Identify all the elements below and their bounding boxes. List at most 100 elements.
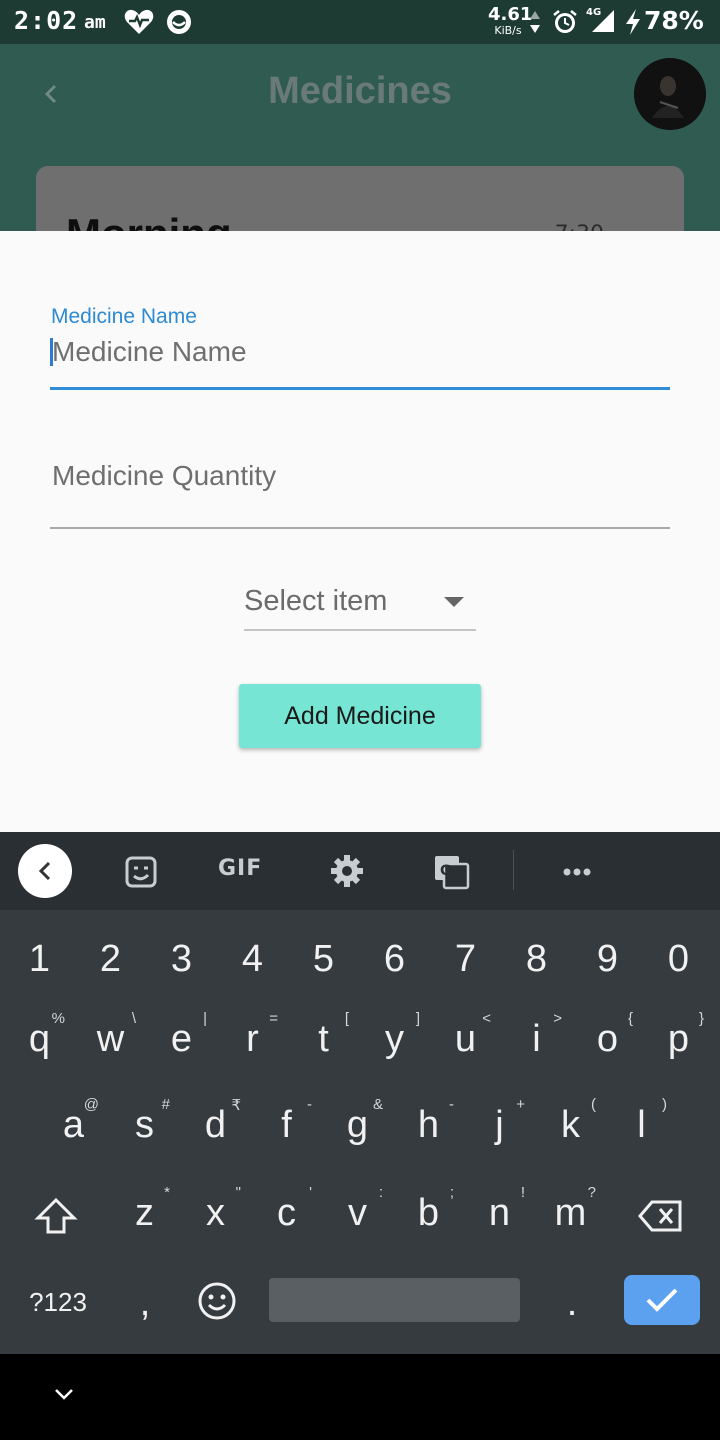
number-key-1[interactable]: 1 xyxy=(6,930,73,988)
settings-gear-icon[interactable] xyxy=(322,846,372,896)
network-speed: 4.61 KiB/s xyxy=(488,4,533,37)
letter-key-l[interactable]: l) xyxy=(608,1094,675,1156)
status-bar: 2:02 am 4.61 KiB/s 4G 78% xyxy=(0,0,720,44)
number-key-0[interactable]: 0 xyxy=(645,930,712,988)
letter-key-d[interactable]: d ₹ xyxy=(182,1094,249,1156)
enter-key[interactable] xyxy=(624,1275,700,1325)
keyboard-toolbar: GIF G xyxy=(0,832,720,910)
comma-key[interactable]: , xyxy=(120,1278,170,1328)
medicine-name-label: Medicine Name xyxy=(51,305,197,328)
letter-key-p[interactable]: p} xyxy=(645,1008,712,1070)
letter-key-v[interactable]: v: xyxy=(324,1182,391,1244)
heart-pulse-icon xyxy=(124,9,154,35)
key-hint: ( xyxy=(591,1096,596,1113)
key-label: 1 xyxy=(28,937,51,980)
number-key-3[interactable]: 3 xyxy=(148,930,215,988)
period-key[interactable]: . xyxy=(550,1278,594,1328)
letter-key-m[interactable]: m? xyxy=(537,1182,604,1244)
key-hint: - xyxy=(307,1096,312,1113)
app-bar: Medicines Morning 7:30 xyxy=(0,44,720,232)
number-key-5[interactable]: 5 xyxy=(290,930,357,988)
letter-key-s[interactable]: s # xyxy=(111,1094,178,1156)
add-medicine-button[interactable]: Add Medicine xyxy=(239,684,481,748)
number-key-6[interactable]: 6 xyxy=(361,930,428,988)
letter-key-h[interactable]: h- xyxy=(395,1094,462,1156)
letter-key-b[interactable]: b; xyxy=(395,1182,462,1244)
key-label: r xyxy=(246,1017,259,1060)
letter-key-r[interactable]: r = xyxy=(219,1008,286,1070)
keyboard-back-button[interactable] xyxy=(18,844,72,898)
number-key-4[interactable]: 4 xyxy=(219,930,286,988)
key-label: n xyxy=(488,1191,511,1234)
key-hint: % xyxy=(51,1010,65,1027)
number-key-7[interactable]: 7 xyxy=(432,930,499,988)
letter-key-g[interactable]: g & xyxy=(324,1094,391,1156)
number-key-2[interactable]: 2 xyxy=(77,930,144,988)
letter-key-y[interactable]: y] xyxy=(361,1008,428,1070)
letter-key-w[interactable]: w \ xyxy=(77,1008,144,1070)
letter-key-x[interactable]: x " xyxy=(182,1182,249,1244)
key-hint: ? xyxy=(587,1184,596,1201)
svg-text:G: G xyxy=(440,863,452,879)
navigation-bar xyxy=(0,1354,720,1440)
letter-key-c[interactable]: c ' xyxy=(253,1182,320,1244)
letter-key-e[interactable]: e | xyxy=(148,1008,215,1070)
key-hint: @ xyxy=(83,1096,99,1113)
gif-button[interactable]: GIF xyxy=(218,856,262,881)
key-hint: ' xyxy=(309,1184,312,1201)
letter-key-q[interactable]: q% xyxy=(6,1008,73,1070)
medicine-quantity-input[interactable] xyxy=(50,457,670,495)
data-arrows-icon xyxy=(530,11,540,33)
number-key-9[interactable]: 9 xyxy=(574,930,641,988)
network-speed-value: 4.61 xyxy=(488,4,533,25)
number-key-8[interactable]: 8 xyxy=(503,930,570,988)
letter-key-z[interactable]: z * xyxy=(111,1182,178,1244)
hide-keyboard-chevron-down-icon[interactable] xyxy=(52,1384,76,1404)
avatar[interactable] xyxy=(634,58,706,130)
medicine-name-input[interactable] xyxy=(50,333,670,371)
keyboard: GIF G 1 2 3 4 5 6 7 8 9 0 q% w \ e | r = t[y] u < i > o{p} a @ s #… xyxy=(0,832,720,1354)
space-key[interactable] xyxy=(269,1278,520,1322)
sticker-icon[interactable] xyxy=(116,846,166,896)
key-label: 3 xyxy=(170,937,193,980)
select-value: Select item xyxy=(244,585,388,617)
item-select-dropdown[interactable]: Select item xyxy=(244,577,476,631)
key-label: 5 xyxy=(312,937,335,980)
key-hint: = xyxy=(269,1010,278,1027)
letter-key-u[interactable]: u < xyxy=(432,1008,499,1070)
key-label: d xyxy=(204,1103,227,1146)
screen: 2:02 am 4.61 KiB/s 4G 78% Medicines Medi… xyxy=(0,0,720,1440)
checkmark-icon xyxy=(646,1288,678,1312)
shift-key-arrow-up-icon[interactable] xyxy=(30,1194,82,1238)
letter-key-t[interactable]: t[ xyxy=(290,1008,357,1070)
key-label: m xyxy=(554,1191,587,1234)
letter-key-j[interactable]: j + xyxy=(466,1094,533,1156)
more-options-icon[interactable] xyxy=(552,846,602,896)
key-hint: * xyxy=(164,1184,170,1201)
schedule-card: Morning 7:30 xyxy=(36,166,684,232)
medicine-name-underline xyxy=(50,387,670,390)
key-label: s xyxy=(135,1103,154,1146)
key-label: k xyxy=(561,1103,580,1146)
letter-key-i[interactable]: i > xyxy=(503,1008,570,1070)
text-cursor xyxy=(50,338,53,366)
toolbar-divider xyxy=(513,850,514,890)
medicine-quantity-field xyxy=(50,451,670,531)
letter-key-n[interactable]: n! xyxy=(466,1182,533,1244)
key-hint: ] xyxy=(415,1010,420,1027)
letter-key-a[interactable]: a @ xyxy=(40,1094,107,1156)
backspace-icon[interactable] xyxy=(636,1196,686,1236)
emoji-icon[interactable] xyxy=(194,1278,240,1324)
key-label: b xyxy=(417,1191,440,1234)
key-hint: { xyxy=(627,1010,633,1027)
symbols-key[interactable]: ?123 xyxy=(18,1280,98,1324)
translate-icon[interactable]: G xyxy=(426,846,476,896)
battery-level: 78% xyxy=(644,6,704,35)
key-label: a xyxy=(62,1103,85,1146)
select-underline xyxy=(244,629,476,631)
medicine-quantity-underline xyxy=(50,527,670,529)
letter-key-f[interactable]: f- xyxy=(253,1094,320,1156)
letter-key-k[interactable]: k( xyxy=(537,1094,604,1156)
letter-key-o[interactable]: o{ xyxy=(574,1008,641,1070)
key-hint: - xyxy=(449,1096,454,1113)
